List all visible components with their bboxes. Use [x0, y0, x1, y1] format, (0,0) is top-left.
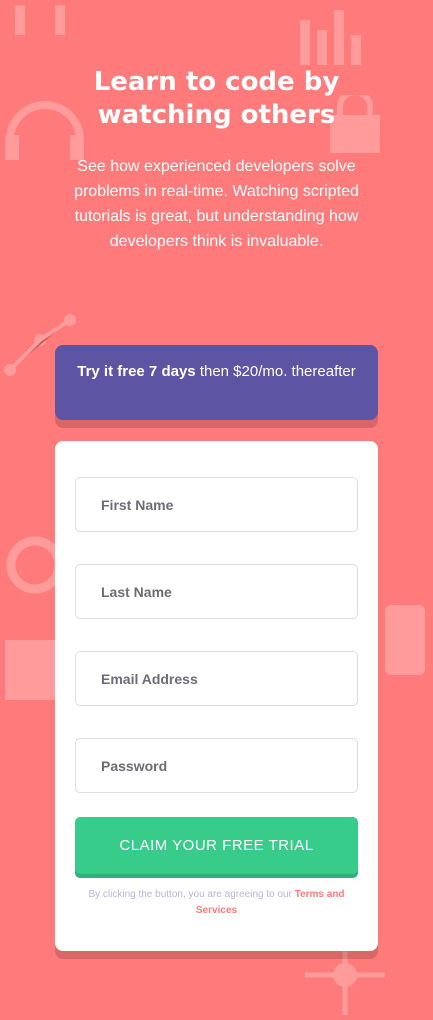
signup-form: CLAIM YOUR FREE TRIAL By clicking the bu… — [55, 441, 378, 951]
claim-trial-button[interactable]: CLAIM YOUR FREE TRIAL — [75, 817, 358, 874]
page-title: Learn to code by watching others — [0, 66, 433, 132]
first-name-input[interactable] — [75, 477, 358, 532]
promo-bold-text: Try it free 7 days — [77, 363, 196, 380]
legal-text: By clicking the button, you are agreeing… — [75, 887, 358, 919]
hero-description: See how experienced developers solve pro… — [74, 158, 359, 250]
legal-prefix: By clicking the button, you are agreeing… — [88, 889, 292, 900]
email-input[interactable] — [75, 651, 358, 706]
title-line-1: Learn to code by — [93, 67, 340, 97]
last-name-input[interactable] — [75, 564, 358, 619]
pattern-phone-icon — [385, 605, 425, 675]
promo-banner: Try it free 7 days then $20/mo. thereaft… — [55, 345, 378, 420]
password-input[interactable] — [75, 738, 358, 793]
promo-rest-text: then $20/mo. thereafter — [199, 363, 356, 380]
title-line-2: watching others — [97, 100, 336, 130]
pattern-bar-chart-icon — [300, 10, 361, 65]
